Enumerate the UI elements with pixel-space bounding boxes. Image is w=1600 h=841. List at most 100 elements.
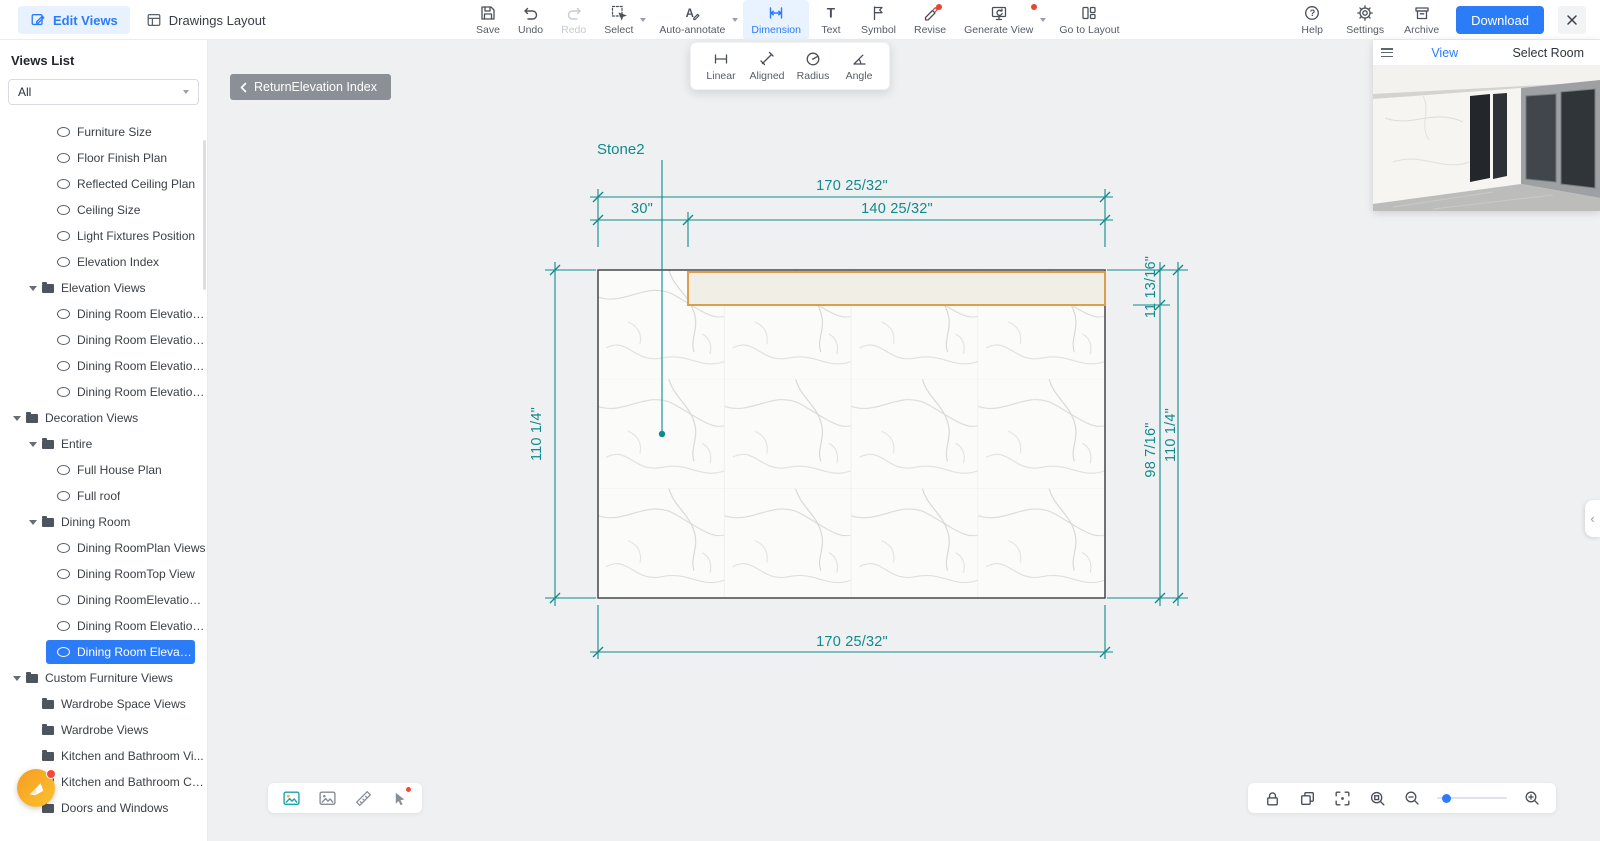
text-tool-button[interactable]: T Text: [811, 0, 851, 40]
collapse-panel-tab[interactable]: ‹: [1585, 500, 1600, 537]
close-icon: [1566, 14, 1578, 26]
views-tree-item[interactable]: Dining RoomTop View: [0, 561, 207, 587]
views-tree-item-label: Light Fixtures Position: [77, 229, 196, 243]
linear-dimension-button[interactable]: Linear: [699, 48, 743, 84]
save-button[interactable]: Save: [468, 0, 508, 40]
caret-down-icon[interactable]: [28, 439, 42, 449]
views-tree-item[interactable]: Furniture Size: [0, 119, 207, 145]
archive-button[interactable]: Archive: [1401, 0, 1442, 40]
return-elevation-index-button[interactable]: ReturnElevation Index: [230, 74, 391, 100]
views-tree-item[interactable]: Floor Finish Plan: [0, 145, 207, 171]
zoom-in-button[interactable]: [1522, 788, 1542, 808]
view-icon: [57, 543, 70, 553]
image-display-button[interactable]: [281, 788, 301, 808]
fit-screen-button[interactable]: [1332, 788, 1352, 808]
aligned-dimension-button[interactable]: Aligned: [745, 48, 789, 84]
dimension-right-upper[interactable]: 11 13/16": [1143, 256, 1159, 318]
views-tree-item[interactable]: Decoration Views: [0, 405, 207, 431]
tab-view[interactable]: View: [1393, 46, 1497, 60]
views-tree-item[interactable]: Wardrobe Space Views: [0, 691, 207, 717]
zoom-region-button[interactable]: [1367, 788, 1387, 808]
dimension-right-total[interactable]: 110 1/4": [1163, 408, 1179, 462]
views-tree-item[interactable]: Custom Furniture Views: [0, 665, 207, 691]
views-tree-item[interactable]: Dining RoomPlan Views: [0, 535, 207, 561]
revise-button[interactable]: Revise: [906, 0, 954, 40]
views-tree-item[interactable]: Ceiling Size: [0, 197, 207, 223]
views-tree-item-label: Full House Plan: [77, 463, 162, 477]
dimension-top-right[interactable]: 140 25/32": [861, 201, 933, 217]
drawings-layout-button[interactable]: Drawings Layout: [146, 12, 266, 28]
views-tree-item[interactable]: Wardrobe Views: [0, 717, 207, 743]
angle-dimension-button[interactable]: Angle: [837, 48, 881, 84]
chevron-down-icon[interactable]: [640, 18, 647, 22]
views-tree-item[interactable]: Dining RoomElevation ...: [0, 587, 207, 613]
image-button[interactable]: [317, 788, 337, 808]
edit-views-button[interactable]: Edit Views: [18, 6, 130, 34]
material-label[interactable]: Stone2: [597, 141, 645, 158]
caret-down-icon[interactable]: [12, 673, 26, 683]
sidebar-scrollbar[interactable]: [203, 140, 206, 290]
wall-elevation[interactable]: [597, 269, 1106, 599]
symbol-tool-button[interactable]: Symbol: [853, 0, 904, 40]
close-button[interactable]: [1558, 6, 1586, 34]
help-button[interactable]: ? Help: [1295, 0, 1329, 40]
dimension-left-total[interactable]: 110 1/4": [529, 407, 545, 461]
view-icon: [57, 595, 70, 605]
material-leader-dot: [658, 430, 666, 438]
caret-down-icon[interactable]: [12, 413, 26, 423]
views-tree-item-label: Dining Room Elevation...: [77, 619, 207, 633]
zoom-out-button[interactable]: [1402, 788, 1422, 808]
views-tree-item[interactable]: Dining Room Elevation...: [0, 613, 207, 639]
views-tree-item[interactable]: Dining Room Elevation...: [0, 301, 207, 327]
select-tool-button[interactable]: Select: [596, 0, 649, 40]
cursor-display-button[interactable]: [389, 786, 412, 808]
radius-dimension-button[interactable]: Radius: [791, 48, 835, 84]
zoom-slider[interactable]: [1437, 788, 1507, 808]
dimension-top-total[interactable]: 170 25/32": [816, 178, 888, 194]
zoom-slider-handle[interactable]: [1441, 793, 1451, 803]
settings-button[interactable]: Settings: [1343, 0, 1387, 40]
notification-dot: [936, 4, 943, 10]
redo-button[interactable]: Redo: [553, 0, 594, 40]
views-tree-item[interactable]: Light Fixtures Position: [0, 223, 207, 249]
menu-icon[interactable]: [1381, 48, 1393, 57]
views-tree-item[interactable]: Dining Room Elevation...: [0, 379, 207, 405]
views-tree-item-label: Kitchen and Bathroom Ca...: [61, 775, 207, 789]
download-button[interactable]: Download: [1456, 6, 1544, 34]
dimension-top-left[interactable]: 30": [631, 201, 653, 217]
views-filter-value: All: [18, 85, 32, 99]
undo-button[interactable]: Undo: [510, 0, 551, 40]
dimension-right-lower[interactable]: 98 7/16": [1143, 422, 1159, 477]
lock-button[interactable]: [1262, 788, 1282, 808]
views-tree-item-label: Dining RoomElevation ...: [77, 593, 207, 607]
chevron-down-icon[interactable]: [1040, 18, 1047, 22]
views-tree-item[interactable]: Elevation Views: [0, 275, 207, 301]
support-chat-button[interactable]: [17, 769, 56, 807]
views-tree-item[interactable]: Reflected Ceiling Plan: [0, 171, 207, 197]
views-tree-item[interactable]: Dining Room: [0, 509, 207, 535]
auto-annotate-button[interactable]: A Auto-annotate: [651, 0, 741, 40]
views-tree-item-label: Dining Room Elevation...: [77, 333, 207, 347]
room-render-thumbnail[interactable]: [1373, 66, 1600, 211]
views-tree-item[interactable]: Dining Room Elevation...: [46, 640, 195, 664]
views-tree-item[interactable]: Dining Room Elevation...: [0, 327, 207, 353]
dimension-bottom-total[interactable]: 170 25/32": [816, 634, 888, 650]
duplicate-button[interactable]: [1297, 788, 1317, 808]
dimension-tool-button[interactable]: Dimension: [743, 0, 809, 40]
views-filter-select[interactable]: All: [8, 79, 199, 105]
views-tree-item[interactable]: Full roof: [0, 483, 207, 509]
views-tree-item[interactable]: Dining Room Elevation...: [0, 353, 207, 379]
selected-panel-highlight[interactable]: [687, 271, 1106, 306]
svg-text:T: T: [827, 5, 836, 20]
caret-down-icon[interactable]: [28, 517, 42, 527]
chevron-down-icon[interactable]: [732, 18, 739, 22]
views-tree-item[interactable]: Entire: [0, 431, 207, 457]
views-tree-item[interactable]: Elevation Index: [0, 249, 207, 275]
go-to-layout-button[interactable]: Go to Layout: [1051, 0, 1127, 40]
tab-select-room[interactable]: Select Room: [1497, 46, 1600, 60]
views-tree-item[interactable]: Full House Plan: [0, 457, 207, 483]
views-tree-item[interactable]: Kitchen and Bathroom Vi...: [0, 743, 207, 769]
measure-display-button[interactable]: [353, 788, 373, 808]
caret-down-icon[interactable]: [28, 283, 42, 293]
generate-view-button[interactable]: Generate View: [956, 0, 1049, 40]
